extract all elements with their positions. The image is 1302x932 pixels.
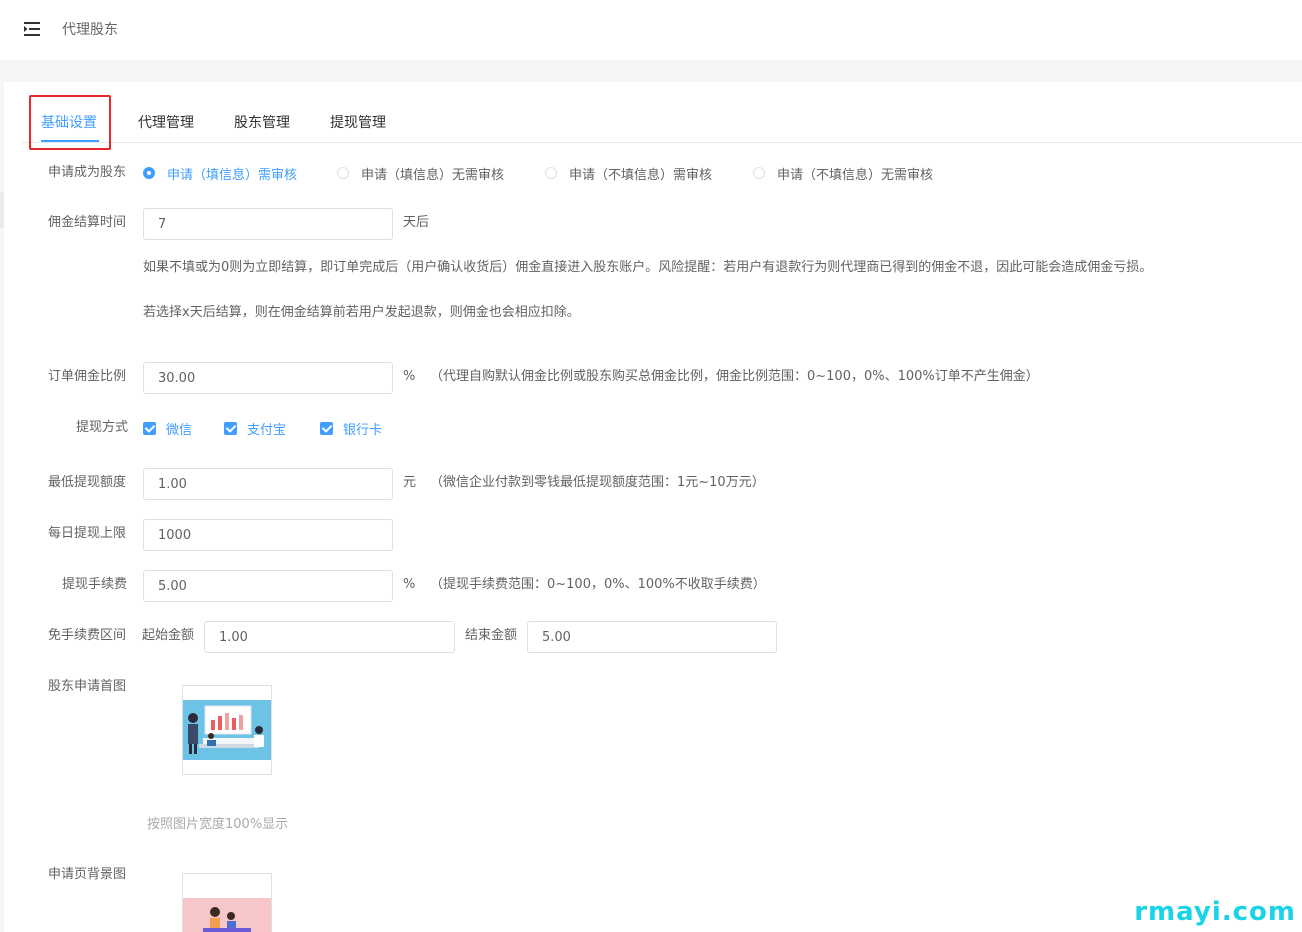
min-withdraw-unit: 元 bbox=[403, 475, 417, 490]
checkbox-checked-icon bbox=[224, 421, 237, 435]
checkbox-checked-icon bbox=[320, 421, 333, 435]
radio-label: 申请（不填信息）无需审核 bbox=[777, 167, 934, 183]
withdraw-fee-hint: （提现手续费范围：0~100，0%、100%不收取手续费） bbox=[430, 577, 766, 592]
radio-dot-icon bbox=[545, 167, 557, 179]
free-range-end-label: 结束金额 bbox=[465, 628, 518, 643]
radio-label: 申请（填信息）无需审核 bbox=[361, 167, 505, 183]
sidebar-edge bbox=[0, 82, 4, 932]
home-image-thumbnail bbox=[183, 686, 271, 774]
min-withdraw-label: 最低提现额度 bbox=[48, 475, 127, 490]
withdraw-fee-input[interactable] bbox=[143, 570, 393, 602]
checkbox-checked-icon bbox=[143, 421, 156, 435]
daily-limit-label: 每日提现上限 bbox=[48, 526, 127, 541]
tab-agent-management[interactable]: 代理管理 bbox=[138, 114, 194, 132]
withdraw-method-label: 提现方式 bbox=[76, 420, 129, 435]
min-withdraw-hint: （微信企业付款到零钱最低提现额度范围：1元~10万元） bbox=[430, 475, 765, 490]
free-range-label: 免手续费区间 bbox=[48, 628, 127, 643]
bg-image-label: 申请页背景图 bbox=[48, 867, 127, 882]
radio-dot-icon bbox=[143, 167, 155, 179]
content-gap bbox=[0, 60, 1302, 82]
tab-withdraw-management[interactable]: 提现管理 bbox=[330, 114, 386, 132]
tab-bar: 基础设置 代理管理 股东管理 提现管理 bbox=[22, 96, 1302, 143]
home-image-upload[interactable] bbox=[182, 685, 272, 775]
checkbox-alipay[interactable]: 支付宝 bbox=[224, 419, 287, 438]
bg-image-upload[interactable] bbox=[182, 873, 272, 932]
checkbox-wechat[interactable]: 微信 bbox=[143, 419, 193, 438]
tab-basic-settings[interactable]: 基础设置 bbox=[41, 114, 97, 132]
withdraw-fee-label: 提现手续费 bbox=[62, 577, 128, 592]
free-range-start-input[interactable] bbox=[204, 621, 455, 653]
daily-limit-input[interactable] bbox=[143, 519, 393, 551]
watermark-text: rmayi.com bbox=[1134, 897, 1296, 927]
radio-dot-icon bbox=[753, 167, 765, 179]
apply-label: 申请成为股东 bbox=[48, 165, 127, 180]
tab-shareholder-management[interactable]: 股东管理 bbox=[234, 114, 290, 132]
checkbox-label: 银行卡 bbox=[343, 422, 383, 438]
radio-dot-icon bbox=[337, 167, 349, 179]
withdraw-fee-unit: % bbox=[403, 577, 416, 592]
checkbox-label: 微信 bbox=[166, 422, 193, 438]
radio-label: 申请（不填信息）需审核 bbox=[569, 167, 713, 183]
free-range-end-input[interactable] bbox=[527, 621, 777, 653]
home-image-label: 股东申请首图 bbox=[48, 679, 127, 694]
settle-note-1: 如果不填或为0则为立即结算，即订单完成后（用户确认收货后）佣金直接进入股东账户。… bbox=[143, 260, 1153, 275]
settle-unit: 天后 bbox=[403, 215, 430, 230]
checkbox-bank-card[interactable]: 银行卡 bbox=[320, 419, 383, 438]
menu-fold-icon[interactable] bbox=[24, 22, 40, 36]
commission-ratio-label: 订单佣金比例 bbox=[48, 369, 127, 384]
checkbox-label: 支付宝 bbox=[247, 422, 287, 438]
radio-apply-info-review[interactable]: 申请（填信息）需审核 bbox=[143, 164, 298, 183]
radio-apply-info-noreview[interactable]: 申请（填信息）无需审核 bbox=[337, 164, 505, 183]
home-image-note: 按照图片宽度100%显示 bbox=[147, 817, 289, 832]
active-tab-indicator bbox=[41, 140, 99, 142]
settle-days-input[interactable] bbox=[143, 208, 393, 240]
commission-ratio-hint: （代理自购默认佣金比例或股东购买总佣金比例，佣金比例范围：0~100，0%、10… bbox=[430, 369, 1039, 384]
radio-apply-noinfo-noreview[interactable]: 申请（不填信息）无需审核 bbox=[753, 164, 934, 183]
free-range-start-label: 起始金额 bbox=[142, 628, 195, 643]
top-bar: 代理股东 bbox=[0, 0, 1302, 60]
page-title: 代理股东 bbox=[62, 22, 118, 38]
commission-ratio-input[interactable] bbox=[143, 362, 393, 394]
radio-label: 申请（填信息）需审核 bbox=[167, 167, 298, 183]
radio-apply-noinfo-review[interactable]: 申请（不填信息）需审核 bbox=[545, 164, 713, 183]
bg-image-thumbnail bbox=[183, 874, 271, 932]
commission-ratio-unit: % bbox=[403, 369, 416, 384]
settle-time-label: 佣金结算时间 bbox=[48, 215, 127, 230]
settle-note-2: 若选择x天后结算，则在佣金结算前若用户发起退款，则佣金也会相应扣除。 bbox=[143, 305, 580, 320]
min-withdraw-input[interactable] bbox=[143, 468, 393, 500]
